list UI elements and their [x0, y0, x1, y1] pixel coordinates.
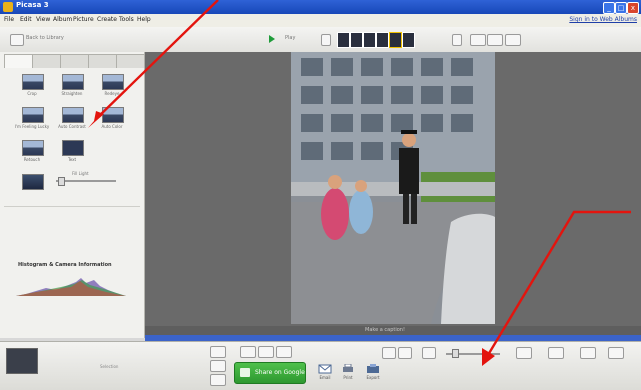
redeye-label: Redeye — [104, 91, 120, 96]
email-button[interactable]: Email — [318, 364, 332, 380]
view-mode-button[interactable] — [487, 34, 503, 46]
print-icon — [343, 363, 353, 372]
photo-viewer — [145, 52, 641, 326]
text-label: Text — [67, 157, 77, 162]
selection-label: Selection — [100, 364, 119, 369]
view-button[interactable] — [398, 347, 412, 359]
print-button[interactable]: Print — [341, 363, 355, 380]
print-label: Print — [343, 375, 353, 380]
caption-placeholder[interactable]: Make a caption! — [365, 327, 405, 333]
fill-light-icon — [22, 174, 44, 190]
next-photo-button[interactable] — [452, 34, 462, 46]
feeling-lucky-label: I'm Feeling Lucky — [14, 124, 50, 129]
rotate-left-button[interactable] — [240, 346, 256, 358]
auto-color-label: Auto Color — [101, 124, 123, 129]
tab-basic-fixes[interactable] — [4, 54, 33, 68]
rotate-right-button[interactable] — [276, 346, 292, 358]
tags-button[interactable] — [580, 347, 596, 359]
view-mode-button[interactable] — [505, 34, 521, 46]
view-mode-button[interactable] — [470, 34, 486, 46]
share-label: Share on Google — [255, 369, 305, 376]
feeling-lucky-icon — [22, 107, 44, 123]
selected-photo-thumbnail[interactable] — [6, 348, 38, 374]
email-icon — [318, 364, 332, 374]
retouch-icon — [22, 140, 44, 156]
crop-icon — [22, 74, 44, 90]
export-button[interactable]: Export — [366, 364, 380, 380]
photo-tray: Selection Share on Google Email Print Ex… — [0, 341, 641, 390]
edited-photo[interactable] — [291, 52, 495, 324]
share-on-google-button[interactable]: Share on Google — [234, 362, 306, 384]
auto-contrast-icon — [62, 107, 84, 123]
fill-light-slider[interactable] — [56, 180, 116, 182]
photo-image — [291, 52, 495, 324]
edit-tools-panel: Crop Straighten Redeye I'm Feeling Lucky… — [0, 52, 145, 338]
maximize-button[interactable]: □ — [615, 2, 627, 14]
tab-effects-2[interactable] — [88, 54, 117, 68]
menu-create[interactable]: Create — [97, 16, 117, 23]
minimize-button[interactable]: _ — [603, 2, 615, 14]
sign-in-link[interactable]: Sign in to Web Albums — [569, 16, 637, 23]
play-label: Play — [285, 35, 296, 41]
zoom-fit-button[interactable] — [422, 347, 436, 359]
picasa-app-icon — [3, 2, 13, 12]
straighten-label: Straighten — [61, 91, 83, 96]
straighten-icon — [62, 74, 84, 90]
export-icon — [367, 364, 379, 373]
toolbar: Back to Library Play — [0, 27, 641, 53]
crop-label: Crop — [27, 91, 37, 96]
histogram-title: Histogram & Camera Information — [18, 262, 112, 268]
menu-bar: File Edit View Album Picture Create Tool… — [0, 14, 641, 28]
star-button[interactable] — [258, 346, 274, 358]
filmstrip-thumb[interactable] — [376, 32, 389, 48]
upload-icon — [240, 368, 250, 377]
fill-light-label: Fill Light — [72, 171, 89, 176]
filmstrip-thumb[interactable] — [402, 32, 415, 48]
filmstrip-thumb-selected[interactable] — [389, 32, 402, 48]
places-button[interactable] — [548, 347, 564, 359]
text-icon — [62, 140, 84, 156]
export-label: Export — [366, 375, 380, 380]
filmstrip-thumb[interactable] — [350, 32, 363, 48]
menu-tools[interactable]: Tools — [119, 16, 134, 23]
tab-effects[interactable] — [60, 54, 89, 68]
filmstrip-thumb[interactable] — [363, 32, 376, 48]
tab-tuning[interactable] — [32, 54, 61, 68]
zoom-slider-knob[interactable] — [452, 349, 459, 358]
retouch-label: Retouch — [23, 157, 41, 162]
back-arrow-icon[interactable] — [10, 34, 24, 46]
menu-file[interactable]: File — [4, 16, 14, 23]
menu-picture[interactable]: Picture — [73, 16, 94, 23]
clear-button[interactable] — [210, 360, 226, 372]
close-button[interactable]: x — [627, 2, 639, 14]
window-title: Picasa 3 — [16, 1, 49, 9]
hold-button[interactable] — [210, 346, 226, 358]
menu-help[interactable]: Help — [137, 16, 151, 23]
caption-bar[interactable]: Make a caption! — [145, 326, 641, 335]
tab-effects-3[interactable] — [116, 54, 145, 68]
prev-photo-button[interactable] — [321, 34, 331, 46]
menu-album[interactable]: Album — [53, 16, 72, 23]
title-bar: Picasa 3 _ □ x — [0, 0, 641, 14]
filmstrip-thumb[interactable] — [337, 32, 350, 48]
auto-color-icon — [102, 107, 124, 123]
add-to-album-button[interactable] — [210, 374, 226, 386]
view-button[interactable] — [382, 347, 396, 359]
fill-light-slider-knob[interactable] — [58, 177, 65, 186]
histogram-chart — [16, 278, 126, 296]
menu-view[interactable]: View — [36, 16, 50, 23]
info-button[interactable] — [608, 347, 624, 359]
play-icon[interactable] — [269, 35, 275, 43]
auto-contrast-label: Auto Contrast — [58, 124, 86, 129]
redeye-icon — [102, 74, 124, 90]
email-label: Email — [319, 375, 331, 380]
back-to-library-link[interactable]: Back to Library — [26, 35, 64, 41]
people-button[interactable] — [516, 347, 532, 359]
panel-divider — [4, 206, 140, 207]
menu-edit[interactable]: Edit — [20, 16, 32, 23]
